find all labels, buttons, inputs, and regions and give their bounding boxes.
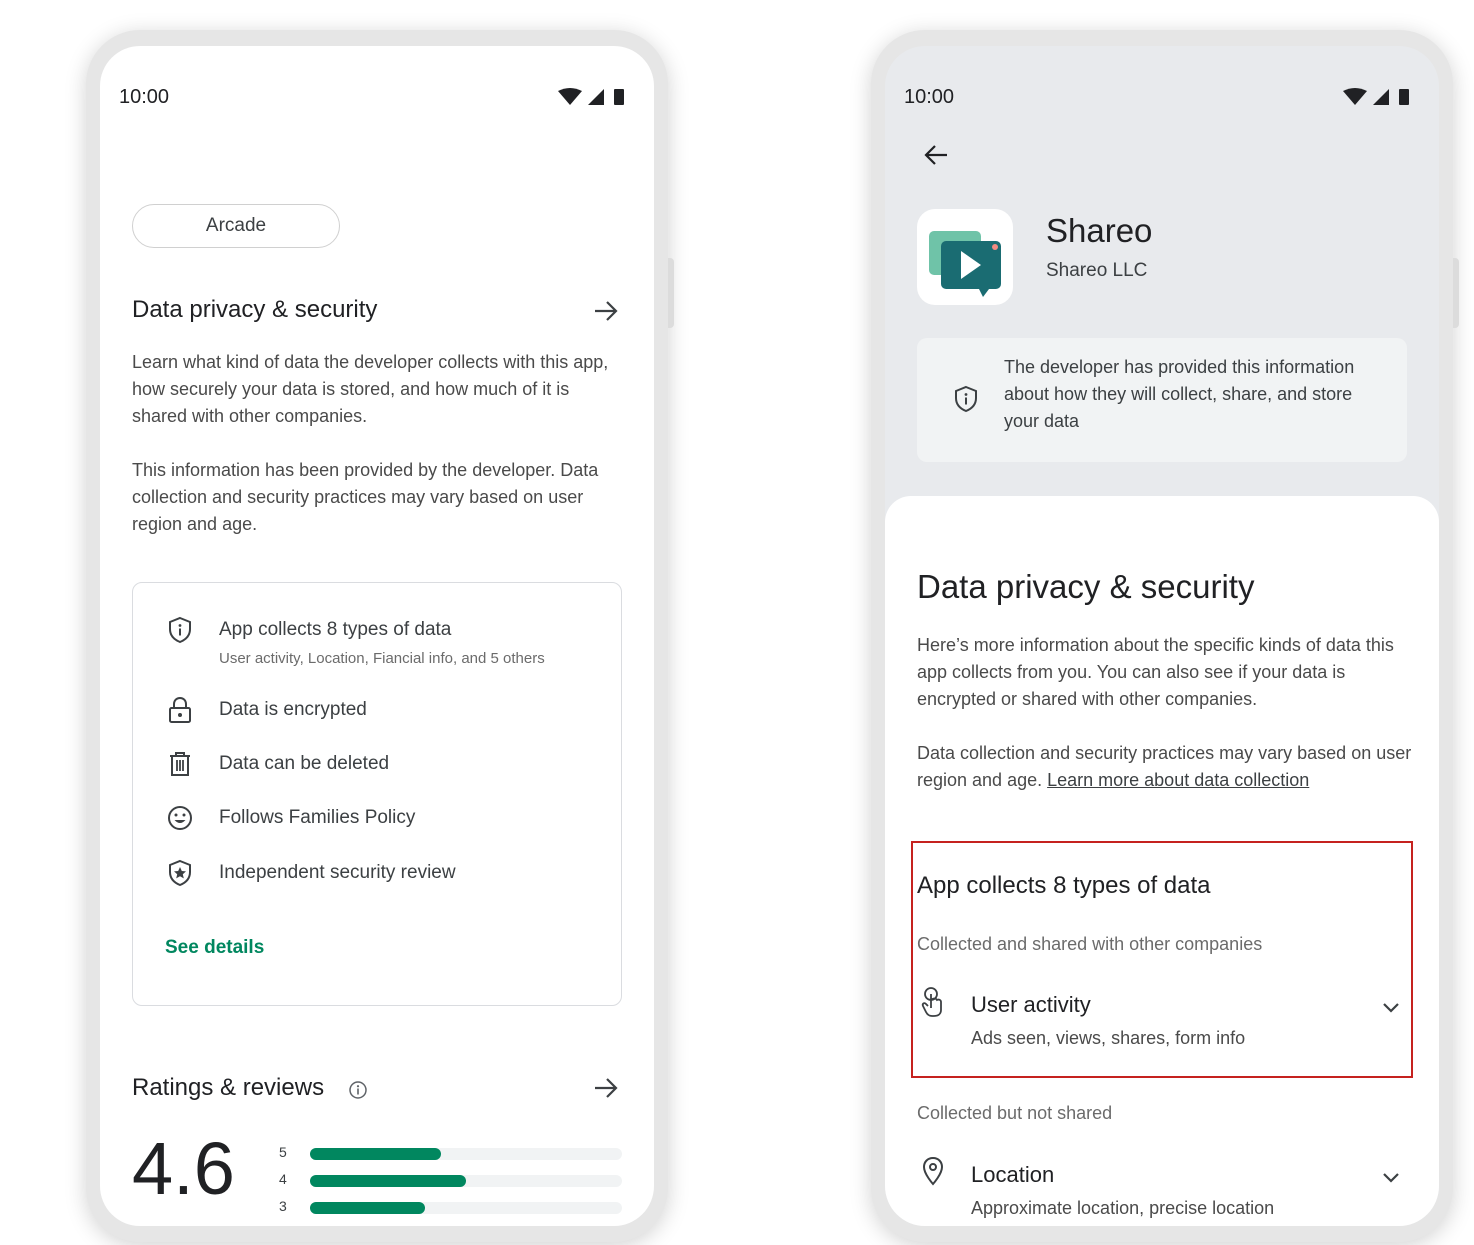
data-privacy-disclaimer: This information has been provided by th… <box>132 460 599 534</box>
card-item-label: Follows Families Policy <box>219 807 416 828</box>
location-pin-icon <box>922 1156 944 1186</box>
ratings-arrow-icon[interactable] <box>593 1077 619 1099</box>
rating-bar-track <box>310 1175 622 1187</box>
sheet-disclaimer: Data collection and security practices m… <box>917 740 1417 794</box>
developer-info-box: The developer has provided this informat… <box>917 338 1407 462</box>
smiley-icon <box>168 806 192 830</box>
data-type-subtitle: Ads seen, views, shares, form info <box>971 1028 1246 1048</box>
signal-icon <box>588 89 604 105</box>
trash-icon <box>170 752 190 776</box>
data-type-title: User activity <box>971 992 1091 1017</box>
phone-side-button <box>1453 258 1459 328</box>
signal-icon <box>1373 89 1389 105</box>
card-item-label: Data is encrypted <box>219 699 367 720</box>
shield-info-icon <box>169 616 191 644</box>
shareo-logo-icon <box>929 231 1001 297</box>
data-privacy-arrow-icon[interactable] <box>593 300 619 322</box>
rating-bar-label: 3 <box>279 1198 287 1214</box>
phone-screen: 10:00 Arcade Data privacy & security Lea… <box>100 46 654 1226</box>
status-icons <box>558 88 624 105</box>
status-icons <box>1343 88 1409 105</box>
battery-icon <box>614 89 624 105</box>
data-privacy-title[interactable]: Data privacy & security <box>132 296 377 324</box>
data-privacy-description: Learn what kind of data the developer co… <box>132 352 609 426</box>
data-safety-card[interactable]: App collects 8 types of data User activi… <box>132 582 622 1006</box>
data-type-location[interactable]: Location Approximate location, precise l… <box>885 1152 1439 1226</box>
phone-left: 10:00 Arcade Data privacy & security Lea… <box>86 30 674 1242</box>
rating-bar-label: 5 <box>279 1144 287 1160</box>
learn-more-link[interactable]: Learn more about data collection <box>1047 770 1309 790</box>
wifi-icon <box>558 88 582 105</box>
lock-icon <box>169 696 191 723</box>
data-type-subtitle: Approximate location, precise location <box>971 1198 1275 1218</box>
rating-bar-fill <box>310 1148 442 1160</box>
battery-icon <box>1399 89 1409 105</box>
data-type-title: Location <box>971 1162 1055 1187</box>
see-details-link[interactable]: See details <box>165 937 264 959</box>
card-item-label: Data can be deleted <box>219 753 390 774</box>
shield-info-icon <box>955 385 977 413</box>
group-heading-not-shared: Collected but not shared <box>917 1103 1113 1123</box>
data-type-user-activity[interactable]: User activity Ads seen, views, shares, f… <box>885 982 1439 1062</box>
wifi-icon <box>1343 88 1367 105</box>
collects-title: App collects 8 types of data <box>917 872 1211 899</box>
shield-star-icon <box>169 859 191 887</box>
card-item-label: Independent security review <box>219 862 456 883</box>
card-item-label: App collects 8 types of data <box>219 619 452 640</box>
card-item-sublabel: User activity, Location, Fiancial info, … <box>219 650 545 667</box>
app-name: Shareo <box>1046 212 1153 249</box>
arcade-chip[interactable]: Arcade <box>132 204 340 248</box>
status-time: 10:00 <box>119 86 170 108</box>
sheet-description: Here’s more information about the specif… <box>917 635 1394 709</box>
rating-bar-fill <box>310 1175 466 1187</box>
back-arrow-icon[interactable] <box>923 144 949 166</box>
rating-score: 4.6 <box>132 1127 235 1210</box>
chevron-down-icon[interactable] <box>1382 1002 1400 1014</box>
info-icon[interactable] <box>348 1080 368 1100</box>
app-icon <box>917 209 1013 305</box>
rating-bar-track <box>310 1148 622 1160</box>
rating-bar-fill <box>310 1202 426 1214</box>
phone-right: 10:00 Shareo Shareo LLC The developer ha… <box>871 30 1459 1242</box>
phone-screen: 10:00 Shareo Shareo LLC The developer ha… <box>885 46 1439 1226</box>
group-heading-shared: Collected and shared with other companie… <box>917 934 1263 954</box>
phone-side-button <box>668 258 674 328</box>
rating-bar-label: 4 <box>279 1171 287 1187</box>
status-time: 10:00 <box>904 86 955 108</box>
rating-bar-track <box>310 1202 622 1214</box>
touch-hand-icon <box>921 987 942 1017</box>
sheet-title: Data privacy & security <box>917 568 1255 605</box>
developer-info-text: The developer has provided this informat… <box>1004 357 1355 431</box>
chevron-down-icon[interactable] <box>1382 1172 1400 1184</box>
ratings-title[interactable]: Ratings & reviews <box>132 1074 324 1102</box>
app-developer[interactable]: Shareo LLC <box>1046 260 1147 282</box>
data-safety-sheet: Data privacy & security Here’s more info… <box>885 496 1439 1226</box>
